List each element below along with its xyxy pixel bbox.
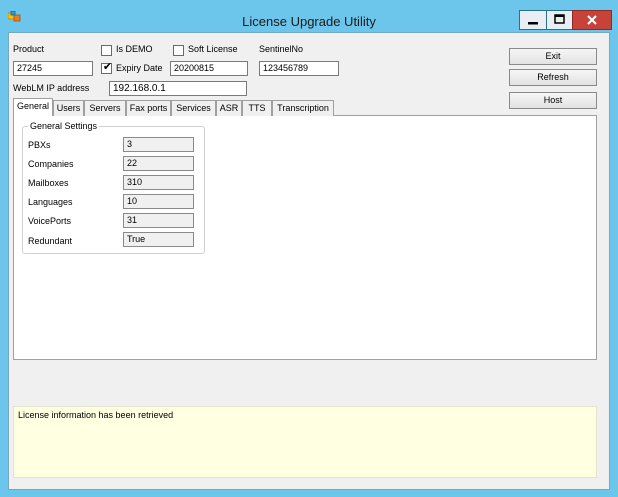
client-area: Product Is DEMO Soft License SentinelNo …: [8, 32, 610, 490]
tab-tts[interactable]: TTS: [242, 100, 272, 116]
maximize-button[interactable]: [546, 10, 573, 30]
setting-value-pbxs: 3: [123, 137, 194, 152]
sentinel-number-field[interactable]: 123456789: [259, 61, 339, 76]
maximize-icon: [554, 14, 565, 24]
tab-asr[interactable]: ASR: [216, 100, 242, 116]
setting-label-languages: Languages: [28, 197, 73, 207]
minimize-button[interactable]: [519, 10, 547, 30]
soft-license-label: Soft License: [188, 44, 238, 54]
tab-fax-ports[interactable]: Fax ports: [126, 100, 171, 116]
setting-value-mailboxes: 310: [123, 175, 194, 190]
app-window: License Upgrade Utility Product Is DEMO …: [0, 0, 618, 497]
setting-label-voiceports: VoicePorts: [28, 216, 72, 226]
close-button[interactable]: [572, 10, 612, 30]
setting-label-redundant: Redundant: [28, 236, 73, 246]
status-panel: License information has been retrieved: [13, 406, 597, 478]
close-icon: [587, 15, 597, 25]
expiry-date-check-mark: ✔: [102, 61, 113, 73]
setting-value-voiceports: 31: [123, 213, 194, 228]
product-field[interactable]: 27245: [13, 61, 93, 76]
general-settings-group: General Settings PBXs 3 Companies 22 Mai…: [22, 121, 205, 254]
tab-servers[interactable]: Servers: [84, 100, 126, 116]
soft-license-checkbox[interactable]: [173, 45, 184, 56]
product-label: Product: [13, 44, 45, 54]
status-message: License information has been retrieved: [18, 410, 174, 420]
expiry-date-label: Expiry Date: [116, 63, 163, 73]
setting-label-pbxs: PBXs: [28, 140, 51, 150]
sentinel-label: SentinelNo: [259, 44, 304, 54]
refresh-button[interactable]: Refresh: [509, 69, 597, 86]
exit-button[interactable]: Exit: [509, 48, 597, 65]
is-demo-label: Is DEMO: [116, 44, 153, 54]
weblm-ip-label: WebLM IP address: [13, 83, 90, 93]
setting-label-mailboxes: Mailboxes: [28, 178, 69, 188]
is-demo-checkbox[interactable]: [101, 45, 112, 56]
expiry-date-checkbox[interactable]: ✔: [101, 61, 113, 74]
minimize-icon: [528, 22, 538, 25]
tab-users[interactable]: Users: [53, 100, 84, 116]
tab-general[interactable]: General: [13, 98, 53, 116]
setting-label-companies: Companies: [28, 159, 74, 169]
setting-value-languages: 10: [123, 194, 194, 209]
general-settings-title: General Settings: [28, 121, 100, 131]
weblm-ip-field[interactable]: 192.168.0.1: [109, 81, 247, 96]
setting-value-companies: 22: [123, 156, 194, 171]
setting-value-redundant: True: [123, 232, 194, 247]
title-bar[interactable]: License Upgrade Utility: [0, 0, 618, 32]
host-button[interactable]: Host: [509, 92, 597, 109]
tab-transcription[interactable]: Transcription: [272, 100, 334, 116]
tab-services[interactable]: Services: [171, 100, 216, 116]
expiry-date-field[interactable]: 20200815: [170, 61, 248, 76]
